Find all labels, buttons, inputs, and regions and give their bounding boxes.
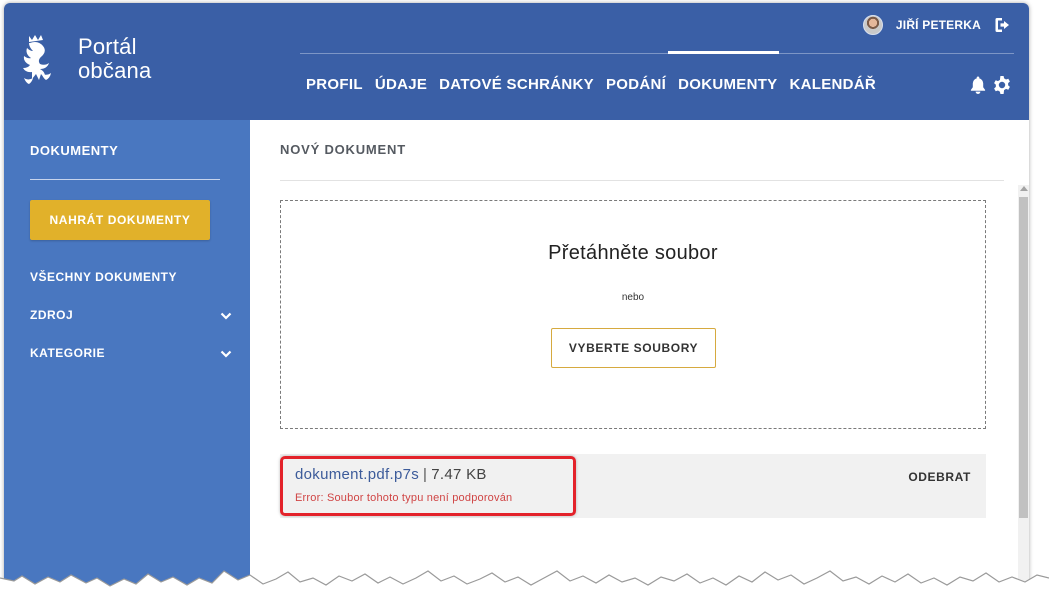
sidebar-title: DOKUMENTY — [30, 143, 119, 158]
choose-files-button[interactable]: VYBERTE SOUBORY — [551, 328, 716, 368]
user-name[interactable]: JIŘÍ PETERKA — [896, 18, 981, 32]
sidebar-item-zdroj[interactable]: ZDROJ — [30, 308, 232, 328]
nav-item-kalendar[interactable]: KALENDÁŘ — [789, 76, 876, 93]
sidebar-item-label: ZDROJ — [30, 308, 74, 322]
nav-item-udaje[interactable]: ÚDAJE — [375, 76, 427, 93]
nav-active-indicator — [668, 51, 779, 54]
dropzone-title: Přetáhněte soubor — [548, 242, 718, 264]
sidebar-item-vsechny-dokumenty[interactable]: VŠECHNY DOKUMENTY — [30, 270, 232, 290]
nav-divider — [300, 53, 1014, 54]
gear-icon[interactable] — [992, 75, 1012, 95]
logo-text[interactable]: Portál občana — [78, 35, 151, 83]
nav-item-profil[interactable]: PROFIL — [306, 76, 363, 93]
scrollbar-up-arrow[interactable] — [1020, 186, 1028, 191]
remove-file-button[interactable]: ODEBRAT — [908, 470, 971, 484]
scrollbar-thumb[interactable] — [1019, 197, 1028, 518]
file-dropzone[interactable]: Přetáhněte soubor nebo VYBERTE SOUBORY — [280, 200, 986, 429]
torn-edge-decoration — [0, 570, 1049, 609]
chevron-down-icon — [220, 350, 232, 358]
sidebar-divider — [30, 179, 220, 180]
page-title: NOVÝ DOKUMENT — [280, 142, 406, 157]
sidebar-item-label: VŠECHNY DOKUMENTY — [30, 270, 177, 284]
main-nav: PROFIL ÚDAJE DATOVÉ SCHRÁNKY PODÁNÍ DOKU… — [306, 76, 888, 93]
sidebar-item-kategorie[interactable]: KATEGORIE — [30, 346, 232, 366]
sidebar-item-label: KATEGORIE — [30, 346, 105, 360]
user-bar: JIŘÍ PETERKA — [862, 15, 1013, 35]
bell-icon[interactable] — [968, 75, 988, 95]
lion-logo-icon[interactable] — [18, 33, 56, 87]
nav-item-dokumenty[interactable]: DOKUMENTY — [678, 76, 777, 93]
dropzone-or-text: nebo — [621, 292, 645, 303]
error-highlight-annotation — [280, 456, 576, 516]
logout-icon[interactable] — [995, 17, 1013, 33]
title-divider — [280, 180, 1004, 181]
nav-item-podani[interactable]: PODÁNÍ — [606, 76, 666, 93]
sidebar: DOKUMENTY NAHRÁT DOKUMENTY VŠECHNY DOKUM… — [4, 120, 250, 609]
app-header: Portál občana JIŘÍ PETERKA PROFIL ÚDAJE … — [4, 3, 1029, 120]
avatar[interactable] — [862, 15, 883, 35]
logo-line-1: Portál — [78, 34, 137, 59]
browser-frame: Portál občana JIŘÍ PETERKA PROFIL ÚDAJE … — [4, 3, 1029, 609]
upload-documents-button[interactable]: NAHRÁT DOKUMENTY — [30, 200, 210, 240]
logo-line-2: občana — [78, 58, 152, 83]
nav-item-datove-schranky[interactable]: DATOVÉ SCHRÁNKY — [439, 76, 594, 93]
chevron-down-icon — [220, 312, 232, 320]
